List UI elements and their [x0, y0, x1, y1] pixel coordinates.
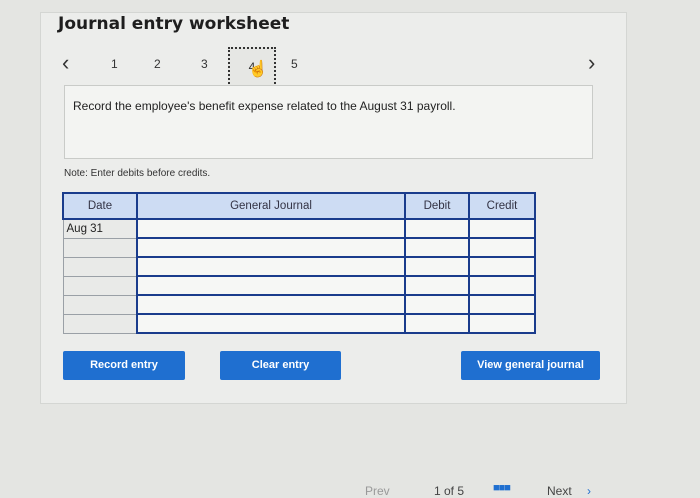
date-cell: Aug 31 — [62, 218, 138, 239]
note-text: Note: Enter debits before credits. — [64, 168, 211, 179]
debit-input[interactable] — [404, 218, 470, 239]
date-cell — [62, 237, 138, 258]
clear-entry-button[interactable]: Clear entry — [220, 351, 341, 380]
next-arrow-icon[interactable]: › — [587, 484, 591, 498]
credit-input[interactable] — [468, 313, 536, 334]
table-row — [62, 294, 536, 315]
credit-input[interactable] — [468, 256, 536, 277]
hand-cursor-icon: ☝ — [248, 61, 268, 78]
debit-input[interactable] — [404, 313, 470, 334]
date-cell — [62, 256, 138, 277]
table-row — [62, 275, 536, 296]
account-input[interactable] — [136, 313, 406, 334]
table-row — [62, 256, 536, 277]
table-row — [62, 313, 536, 334]
debit-input[interactable] — [404, 294, 470, 315]
credit-input[interactable] — [468, 218, 536, 239]
debit-input[interactable] — [404, 237, 470, 258]
grid-icon[interactable]: ■■■ — [493, 482, 511, 494]
page-indicator: 1 of 5 — [434, 484, 465, 498]
step-4-active[interactable]: 4 ☝ — [228, 47, 276, 87]
step-2[interactable]: 2 — [154, 57, 161, 71]
credit-input[interactable] — [468, 294, 536, 315]
step-1[interactable]: 1 — [111, 57, 118, 71]
step-5[interactable]: 5 — [291, 57, 298, 71]
credit-input[interactable] — [468, 275, 536, 296]
date-cell — [62, 313, 138, 334]
prompt-text: Record the employee's benefit expense re… — [73, 99, 456, 113]
credit-input[interactable] — [468, 237, 536, 258]
account-input[interactable] — [136, 294, 406, 315]
header-debit: Debit — [404, 192, 470, 220]
account-input[interactable] — [136, 218, 406, 239]
account-input[interactable] — [136, 275, 406, 296]
footer-next-link[interactable]: Next — [547, 484, 572, 498]
account-input[interactable] — [136, 256, 406, 277]
table-row — [62, 237, 536, 258]
header-general-journal: General Journal — [136, 192, 406, 220]
journal-table: Date General Journal Debit Credit Aug 31 — [62, 192, 536, 334]
debit-input[interactable] — [404, 256, 470, 277]
step-3[interactable]: 3 — [201, 57, 208, 71]
header-credit: Credit — [468, 192, 536, 220]
prev-step-icon[interactable]: ‹ — [62, 50, 69, 76]
header-date: Date — [62, 192, 138, 220]
next-step-icon[interactable]: › — [588, 50, 595, 76]
page-title: Journal entry worksheet — [58, 14, 290, 34]
account-input[interactable] — [136, 237, 406, 258]
date-cell — [62, 275, 138, 296]
table-row: Aug 31 — [62, 218, 536, 239]
record-entry-button[interactable]: Record entry — [63, 351, 185, 380]
prompt-box: Record the employee's benefit expense re… — [64, 85, 593, 159]
debit-input[interactable] — [404, 275, 470, 296]
date-cell — [62, 294, 138, 315]
footer-prev-link[interactable]: Prev — [365, 484, 390, 498]
view-general-journal-button[interactable]: View general journal — [461, 351, 600, 380]
